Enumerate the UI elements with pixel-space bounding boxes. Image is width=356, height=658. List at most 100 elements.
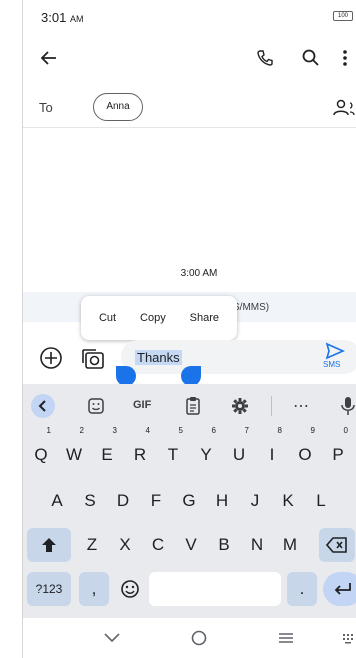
share-option[interactable]: Share xyxy=(190,312,219,324)
search-icon[interactable] xyxy=(301,48,321,68)
keyboard: GIF ⋯ Q1 W2 E3 R4 T5 Y6 U7 I8 O9 P0 A S … xyxy=(23,384,356,618)
key-d[interactable]: D xyxy=(109,484,137,518)
selection-handle-start[interactable] xyxy=(116,366,136,386)
key-t[interactable]: T5 xyxy=(159,427,187,472)
key-h[interactable]: H xyxy=(208,484,236,518)
status-bar: 3:01 AM 100 xyxy=(23,0,356,30)
key-q[interactable]: Q1 xyxy=(27,427,55,472)
battery-icon: 100 xyxy=(333,11,353,21)
key-label: I xyxy=(269,445,275,464)
back-arrow-icon[interactable] xyxy=(39,48,59,68)
key-label: R xyxy=(133,445,147,464)
backspace-key[interactable] xyxy=(319,528,355,562)
add-circle-icon[interactable] xyxy=(39,346,63,370)
copy-option[interactable]: Copy xyxy=(140,312,166,324)
message-type-info: S/MMS) xyxy=(233,302,270,313)
key-p[interactable]: P0 xyxy=(324,427,352,472)
more-options-icon[interactable]: ⋯ xyxy=(293,396,309,416)
shift-key[interactable] xyxy=(27,528,71,562)
key-u[interactable]: U7 xyxy=(225,427,253,472)
key-hint: 2 xyxy=(79,426,84,435)
gif-button[interactable]: GIF xyxy=(133,399,151,411)
key-hint: 7 xyxy=(244,426,249,435)
key-g[interactable]: G xyxy=(175,484,203,518)
message-text[interactable]: Thanks xyxy=(135,350,182,365)
key-hint: 3 xyxy=(112,426,117,435)
key-hint: 5 xyxy=(178,426,183,435)
enter-key[interactable] xyxy=(323,572,356,606)
key-label: O xyxy=(298,445,312,464)
keyboard-back-button[interactable] xyxy=(31,394,55,418)
settings-icon[interactable] xyxy=(231,397,249,415)
nav-home-icon[interactable] xyxy=(191,630,207,646)
key-r[interactable]: R4 xyxy=(126,427,154,472)
key-j[interactable]: J xyxy=(241,484,269,518)
key-hint: 8 xyxy=(277,426,282,435)
key-s[interactable]: S xyxy=(76,484,104,518)
symbols-key[interactable]: ?123 xyxy=(27,572,71,606)
key-k[interactable]: K xyxy=(274,484,302,518)
nav-recents-icon[interactable] xyxy=(277,632,295,644)
space-key[interactable] xyxy=(149,572,281,606)
send-sms-label[interactable]: SMS xyxy=(323,360,340,369)
phone-icon[interactable] xyxy=(255,48,275,68)
key-hint: 6 xyxy=(211,426,216,435)
toolbar-divider xyxy=(271,396,272,416)
key-l[interactable]: L xyxy=(307,484,335,518)
key-i[interactable]: I8 xyxy=(258,427,286,472)
key-w[interactable]: W2 xyxy=(60,427,88,472)
clipboard-icon[interactable] xyxy=(185,396,201,416)
key-label: U xyxy=(232,445,246,464)
key-m[interactable]: M xyxy=(276,528,304,562)
key-b[interactable]: B xyxy=(210,528,238,562)
key-hint: 0 xyxy=(343,426,348,435)
comma-key[interactable]: , xyxy=(79,572,109,606)
selection-handle-end[interactable] xyxy=(181,366,201,386)
to-label: To xyxy=(39,100,53,115)
recipient-chip[interactable]: Anna xyxy=(93,93,143,121)
key-c[interactable]: C xyxy=(144,528,172,562)
backspace-icon xyxy=(325,537,347,553)
shift-icon xyxy=(42,538,56,552)
emoji-icon xyxy=(121,580,139,598)
period-key[interactable]: . xyxy=(287,572,317,606)
key-e[interactable]: E3 xyxy=(93,427,121,472)
key-label: E xyxy=(101,445,113,464)
key-a[interactable]: A xyxy=(43,484,71,518)
navigation-bar xyxy=(23,620,356,658)
key-hint: 4 xyxy=(145,426,150,435)
key-x[interactable]: X xyxy=(111,528,139,562)
key-label: P xyxy=(332,445,344,464)
message-input[interactable]: Thanks xyxy=(121,340,356,374)
cut-option[interactable]: Cut xyxy=(99,312,116,324)
key-label: Q xyxy=(34,445,48,464)
key-label: W xyxy=(65,445,83,464)
enter-icon xyxy=(334,583,351,595)
key-y[interactable]: Y6 xyxy=(192,427,220,472)
chevron-left-icon xyxy=(38,400,46,412)
messages-screen: 3:01 AM 100 To Anna 3:00 AM S/MMS) Cut C… xyxy=(22,0,356,658)
emoji-sticker-icon[interactable] xyxy=(87,397,105,415)
more-vert-icon[interactable] xyxy=(341,48,349,68)
app-bar xyxy=(23,38,356,78)
keyboard-switch-icon[interactable] xyxy=(343,634,355,644)
nav-back-icon[interactable] xyxy=(103,632,121,644)
key-f[interactable]: F xyxy=(142,484,170,518)
key-o[interactable]: O9 xyxy=(291,427,319,472)
key-label: T xyxy=(167,445,179,464)
key-label: Y xyxy=(200,445,212,464)
key-n[interactable]: N xyxy=(243,528,271,562)
camera-icon[interactable] xyxy=(81,346,105,370)
key-z[interactable]: Z xyxy=(78,528,106,562)
recipient-row: To Anna xyxy=(23,88,356,128)
emoji-key[interactable] xyxy=(115,572,145,606)
mic-icon[interactable] xyxy=(341,396,355,416)
add-person-icon[interactable] xyxy=(333,98,356,118)
keyboard-toolbar: GIF ⋯ xyxy=(23,384,356,428)
conversation-timestamp: 3:00 AM xyxy=(180,268,218,279)
status-time: 3:01 AM xyxy=(41,10,83,25)
key-hint: 9 xyxy=(310,426,315,435)
key-hint: 1 xyxy=(46,426,51,435)
key-v[interactable]: V xyxy=(177,528,205,562)
send-icon[interactable] xyxy=(325,342,345,360)
